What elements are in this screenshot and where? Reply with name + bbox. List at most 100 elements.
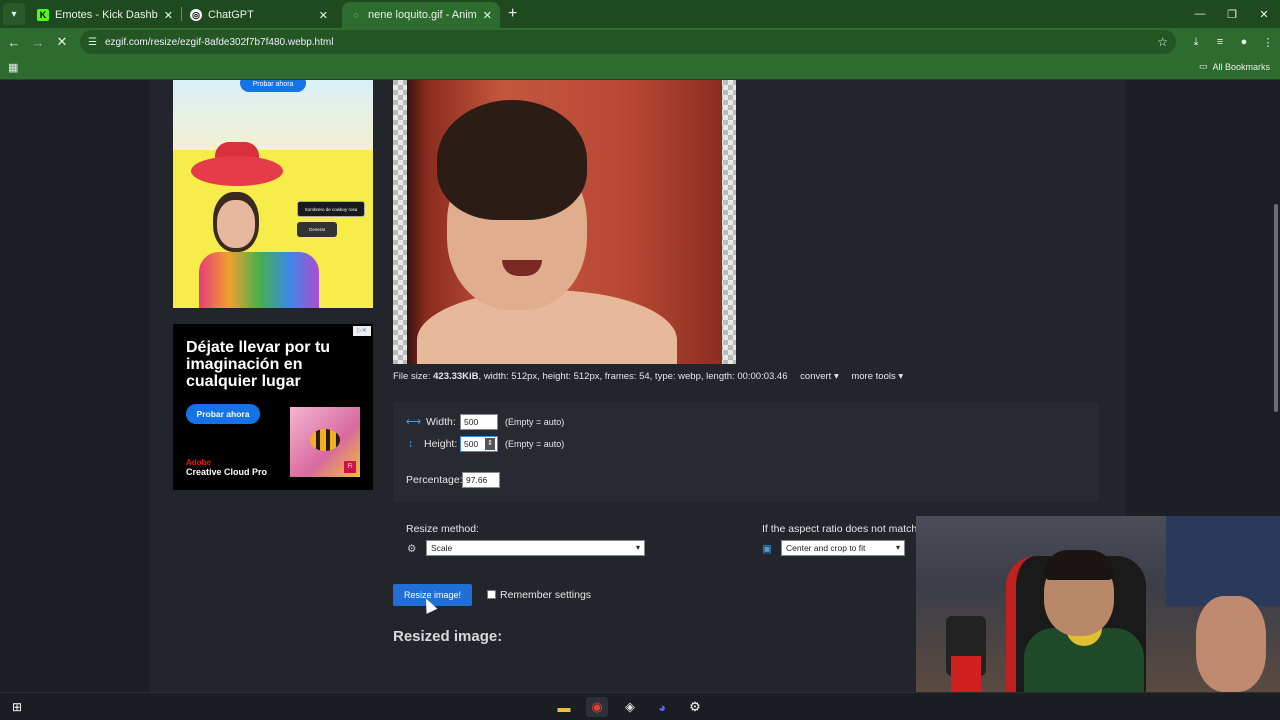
tab-ezgif[interactable]: ◌ nene loquito.gif - Animated im ✕: [342, 2, 500, 28]
bookmark-star-icon[interactable]: ☆: [1157, 35, 1168, 49]
height-hint: (Empty = auto): [505, 439, 565, 449]
tab-kick[interactable]: K Emotes - Kick Dashboard ✕: [29, 2, 181, 28]
settings-gear-icon[interactable]: ⚙: [684, 697, 706, 717]
gif-frame: [407, 80, 722, 364]
number-spinner-icon[interactable]: ⇕: [485, 438, 495, 450]
folder-icon: ▭: [1198, 61, 1208, 71]
remember-settings-checkbox[interactable]: [487, 590, 496, 599]
stop-loading-icon[interactable]: ✕: [50, 30, 74, 54]
file-details: , width: 512px, height: 512px, frames: 5…: [478, 371, 788, 382]
close-tab-icon[interactable]: ✕: [483, 9, 492, 22]
menu-kebab-icon[interactable]: ⋮: [1256, 36, 1280, 49]
file-size-label: File size:: [393, 371, 434, 382]
all-bookmarks-label: All Bookmarks: [1212, 61, 1270, 72]
height-input[interactable]: 500 ⇕: [460, 436, 498, 452]
resize-method-label: Resize method:: [406, 523, 479, 535]
ad-probar-button[interactable]: Probar ahora: [186, 404, 260, 424]
ad-figure-face: [217, 200, 255, 248]
window-controls: — ❐ ✕: [1184, 0, 1280, 28]
url-text: ezgif.com/resize/ezgif-8afde302f7b7f480.…: [104, 36, 334, 48]
webcam-overlay: [916, 516, 1280, 692]
file-info: File size: 423.33KiB, width: 512px, heig…: [393, 371, 903, 382]
tab-label: Emotes - Kick Dashboard: [55, 9, 158, 21]
crop-icon: ▣: [762, 543, 772, 555]
firefly-icon: Fi: [344, 461, 356, 473]
height-value: 500: [464, 439, 479, 449]
gear-icon: ⚙: [407, 543, 417, 555]
tab-label: nene loquito.gif - Animated im: [368, 9, 477, 21]
bookmarks-bar: ▦ ▭ All Bookmarks: [0, 56, 1280, 80]
chrome-icon[interactable]: ◉: [586, 697, 608, 717]
ad-generate-chip: Generar: [297, 222, 337, 237]
aspect-ratio-select[interactable]: Center and crop to fit ▾: [781, 540, 905, 556]
kick-icon: K: [37, 9, 49, 21]
tab-chatgpt[interactable]: ◎ ChatGPT ✕: [182, 2, 336, 28]
media-control-icon[interactable]: ≡: [1208, 36, 1232, 48]
ad-banner-adobe[interactable]: ▷✕ Déjate llevar por tu imaginación en c…: [173, 324, 373, 490]
tab-bar: ▾ K Emotes - Kick Dashboard ✕ ◎ ChatGPT …: [0, 0, 1280, 28]
loading-icon: ◌: [353, 10, 359, 20]
chevron-down-icon: ▾: [895, 543, 900, 552]
address-toolbar: ← → ✕ ☰ ezgif.com/resize/ezgif-8afde302f…: [0, 28, 1280, 56]
ad-probar-button-top[interactable]: Probar ahora: [240, 80, 306, 92]
aspect-ratio-label: If the aspect ratio does not match:: [762, 523, 921, 535]
chevron-down-icon: ▾: [635, 543, 640, 552]
windows-start-icon[interactable]: ⊞: [6, 697, 28, 717]
close-tab-icon[interactable]: ✕: [164, 9, 173, 22]
ad-brand: Creative Cloud Pro: [186, 467, 268, 477]
cam-shelf: [1166, 516, 1280, 606]
ad-figure-sweater: [199, 252, 319, 308]
cam-person-hair: [1044, 550, 1114, 580]
tab-search-chevron-icon[interactable]: ▾: [3, 3, 25, 25]
url-bar[interactable]: ☰ ezgif.com/resize/ezgif-8afde302f7b7f48…: [80, 30, 1176, 54]
cam-red-object: [951, 656, 981, 692]
cowboy-hat-brim: [191, 156, 283, 186]
restore-icon[interactable]: ❐: [1216, 0, 1248, 28]
percentage-input[interactable]: 97.66: [462, 472, 500, 488]
discord-icon[interactable]: ◕: [651, 697, 673, 717]
convert-dropdown[interactable]: convert ▾: [800, 371, 839, 382]
new-tab-icon[interactable]: +: [508, 5, 517, 23]
download-icon[interactable]: ⤓: [1184, 36, 1208, 49]
tab-label: ChatGPT: [208, 9, 254, 21]
file-size-value: 423.33KiB: [433, 371, 479, 382]
minimize-icon[interactable]: —: [1184, 0, 1216, 28]
width-arrow-icon: ⟷: [406, 416, 422, 428]
ad-prompt-chip: Sombrero de cowboy rosa: [297, 201, 365, 217]
ad-headline: Déjate llevar por tu imaginación en cual…: [186, 339, 331, 390]
adchoices-icon[interactable]: ▷✕: [353, 326, 371, 336]
resize-method-select[interactable]: Scale ▾: [426, 540, 645, 556]
remember-settings-label: Remember settings: [500, 589, 592, 601]
width-input[interactable]: 500: [460, 414, 498, 430]
image-preview: [393, 80, 736, 364]
preview-hair: [437, 100, 587, 220]
close-window-icon[interactable]: ✕: [1248, 0, 1280, 28]
back-icon[interactable]: ←: [2, 30, 26, 54]
percentage-label: Percentage:: [406, 474, 463, 486]
profile-avatar-icon[interactable]: ●: [1232, 36, 1256, 48]
ad-banner-top[interactable]: Probar ahora Sombrero de cowboy rosa Gen…: [173, 80, 373, 308]
all-bookmarks-button[interactable]: ▭ All Bookmarks: [1199, 61, 1270, 72]
file-explorer-icon[interactable]: ▬: [553, 697, 575, 717]
site-settings-icon[interactable]: ☰: [88, 37, 97, 48]
forward-icon[interactable]: →: [26, 30, 50, 54]
close-tab-icon[interactable]: ✕: [319, 9, 328, 22]
taskbar: ⊞ ▬ ◉ ◈ ◕ ⚙: [0, 692, 1280, 720]
resize-method-value: Scale: [431, 543, 453, 553]
app-icon[interactable]: ◈: [619, 697, 641, 717]
width-hint: (Empty = auto): [505, 417, 565, 427]
ad-bee-image: Fi: [290, 407, 360, 477]
more-tools-dropdown[interactable]: more tools ▾: [851, 371, 903, 382]
height-arrow-icon: ↕: [408, 438, 414, 450]
resized-image-heading: Resized image:: [393, 628, 503, 645]
apps-grid-icon[interactable]: ▦: [8, 61, 18, 74]
scrollbar-thumb[interactable]: [1274, 204, 1278, 412]
bee-icon: [310, 429, 340, 451]
toolbar-right: ⤓ ≡ ● ⋮: [1184, 30, 1280, 54]
aspect-ratio-value: Center and crop to fit: [786, 543, 866, 553]
adobe-logo-text: Adobe: [186, 458, 211, 467]
chatgpt-icon: ◎: [190, 9, 202, 21]
width-label: Width:: [426, 416, 456, 428]
height-label: Height:: [424, 438, 458, 450]
cam-second-person: [1196, 596, 1266, 692]
